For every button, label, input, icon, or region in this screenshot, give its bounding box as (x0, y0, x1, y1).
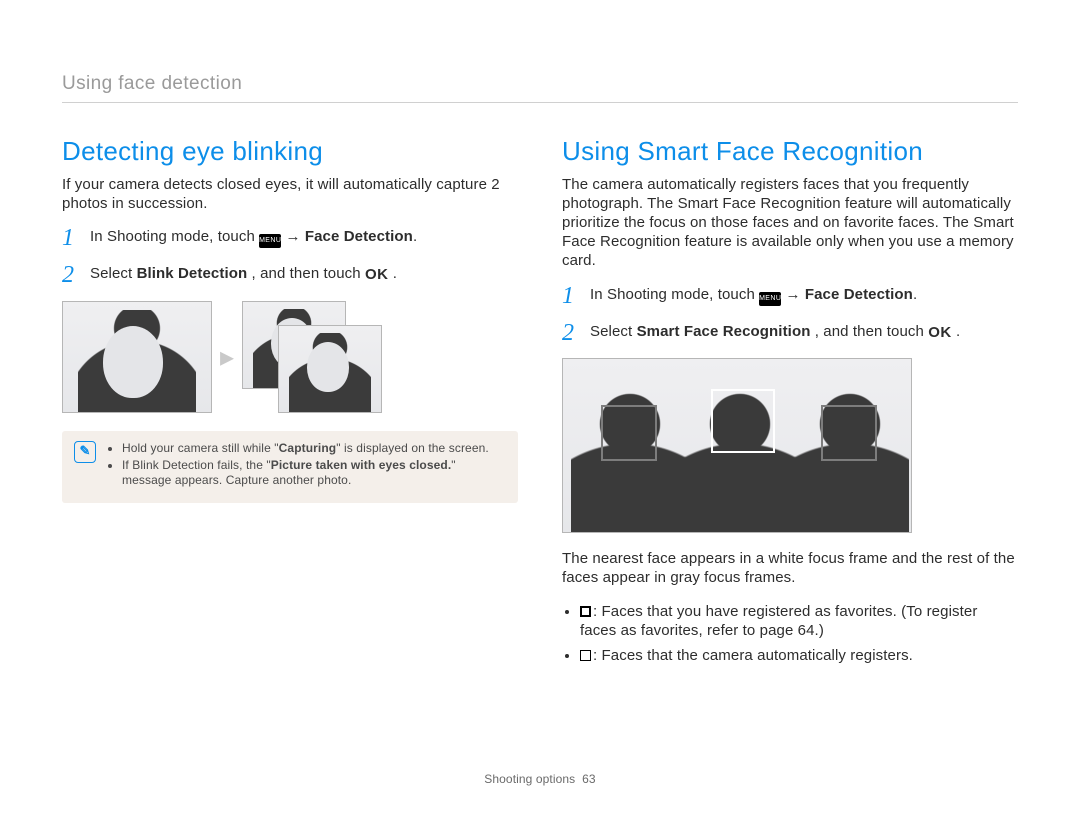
running-header: Using face detection (62, 72, 1018, 103)
step1-suffix: . (413, 228, 417, 245)
note1-bold: Capturing (279, 441, 337, 455)
right-step-2: Select Smart Face Recognition , and then… (562, 322, 1018, 342)
step2-prefix: Select (90, 265, 137, 282)
heading-smart-face: Using Smart Face Recognition (562, 135, 1018, 168)
note2-bold: Picture taken with eyes closed. (271, 458, 452, 472)
face-icon (307, 342, 349, 392)
photo-thumb-small-2 (278, 325, 382, 413)
step2-suffix: . (393, 265, 397, 282)
photo-thumb-large (62, 301, 212, 413)
rstep1-suffix: . (913, 286, 917, 303)
heading-eye-blinking: Detecting eye blinking (62, 135, 518, 168)
note-box: ✎ Hold your camera still while "Capturin… (62, 431, 518, 503)
legend-favorite: : Faces that you have registered as favo… (580, 602, 1018, 640)
rstep1-prefix: In Shooting mode, touch (590, 286, 759, 303)
rstep2-bold: Smart Face Recognition (637, 323, 811, 340)
ok-icon: OK (928, 323, 952, 342)
legend1-text: : Faces that you have registered as favo… (580, 603, 977, 639)
legend2-text: : Faces that the camera automatically re… (593, 647, 913, 664)
footer-section: Shooting options (484, 772, 575, 786)
rstep1-bold: Face Detection (805, 286, 913, 303)
right-step-1: In Shooting mode, touch MENU → Face Dete… (562, 285, 1018, 306)
chevron-right-icon: ▸ (220, 343, 234, 371)
step1-text-prefix: In Shooting mode, touch (90, 228, 259, 245)
step2-bold: Blink Detection (137, 265, 248, 282)
blink-illustration: ▸ (62, 301, 518, 413)
legend-auto: : Faces that the camera automatically re… (580, 646, 1018, 665)
note-item-2: If Blink Detection fails, the "Picture t… (122, 458, 502, 489)
arrow-icon: → (285, 228, 304, 245)
note2-a: If Blink Detection fails, the " (122, 458, 271, 472)
focus-frame-gray (821, 405, 877, 461)
double-square-icon (580, 606, 591, 617)
rstep2-prefix: Select (590, 323, 637, 340)
intro-eye-blinking: If your camera detects closed eyes, it w… (62, 175, 518, 213)
arrow-icon: → (785, 286, 804, 303)
footer-page: 63 (582, 772, 596, 786)
focus-frame-gray (601, 405, 657, 461)
right-column: Using Smart Face Recognition The camera … (562, 135, 1018, 671)
note-icon: ✎ (74, 441, 96, 463)
rstep2-mid: , and then touch (815, 323, 928, 340)
page-footer: Shooting options 63 (0, 772, 1080, 787)
rstep2-suffix: . (956, 323, 960, 340)
note-item-1: Hold your camera still while "Capturing"… (122, 441, 502, 456)
menu-icon: MENU (759, 292, 781, 306)
focus-frame-white (711, 389, 775, 453)
note1-a: Hold your camera still while " (122, 441, 279, 455)
face-icon (103, 326, 163, 398)
legend-list: : Faces that you have registered as favo… (562, 602, 1018, 666)
left-column: Detecting eye blinking If your camera de… (62, 135, 518, 671)
smart-face-illustration (562, 358, 912, 533)
intro-smart-face: The camera automatically registers faces… (562, 175, 1018, 271)
single-square-icon (580, 650, 591, 661)
left-step-2: Select Blink Detection , and then touch … (62, 264, 518, 284)
left-step-1: In Shooting mode, touch MENU → Face Dete… (62, 227, 518, 248)
menu-icon: MENU (259, 234, 281, 248)
step1-bold: Face Detection (305, 228, 413, 245)
ok-icon: OK (365, 265, 389, 284)
step2-mid: , and then touch (252, 265, 365, 282)
after-illus-text: The nearest face appears in a white focu… (562, 549, 1018, 587)
note1-b: " is displayed on the screen. (336, 441, 489, 455)
